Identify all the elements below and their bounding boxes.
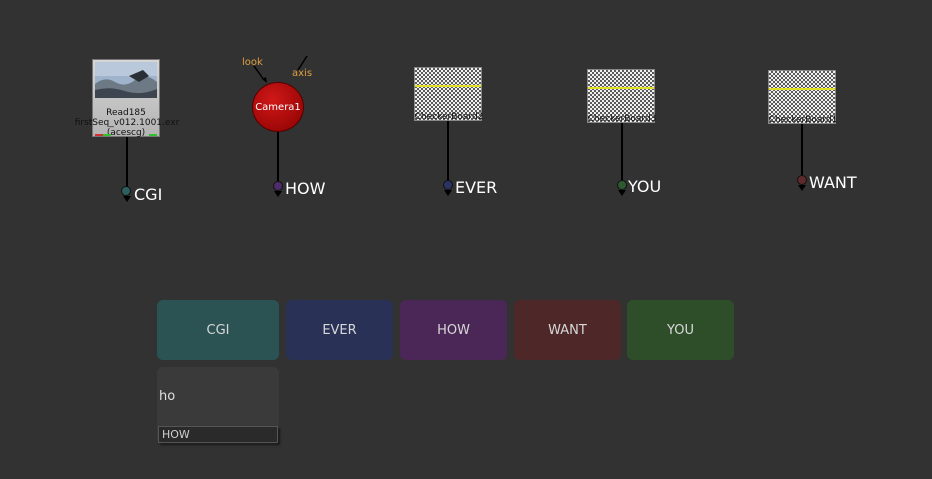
autocomplete-suggestion[interactable]: HOW <box>158 426 278 443</box>
channel-green-2 <box>149 134 157 136</box>
pipe-checker-1 <box>801 124 803 176</box>
read-node-file: firstSeq_v012.1001.exr <box>74 118 180 128</box>
checker-line <box>588 87 654 89</box>
pipe-camera <box>277 132 279 182</box>
pipe-checker-2 <box>447 121 449 181</box>
channel-green <box>103 134 111 136</box>
pipe-read <box>126 137 128 187</box>
read-thumbnail <box>95 62 157 98</box>
tag-button-label: CGI <box>206 322 230 338</box>
dot-node-want[interactable] <box>797 175 807 185</box>
tag-button-label: YOU <box>667 322 694 338</box>
dot-label-you: YOU <box>628 177 662 196</box>
tag-button-cgi[interactable]: CGI <box>157 300 279 360</box>
checker-line <box>769 88 835 90</box>
tag-button-label: WANT <box>548 322 587 338</box>
node-graph: Read185 firstSeq_v012.1001.exr (acescg) … <box>0 0 932 479</box>
pipe-checker-3 <box>621 123 623 181</box>
camera-node[interactable]: Camera1 <box>252 82 304 132</box>
tag-button-you[interactable]: YOU <box>627 300 734 360</box>
dot-label-cgi: CGI <box>134 185 163 204</box>
checkerboard-node[interactable]: CheckerBoard3 <box>587 69 656 124</box>
read-node-name: Read185 <box>106 108 146 118</box>
arrow-read <box>123 196 131 202</box>
checkerboard-node[interactable]: CheckerBoard1 <box>768 70 837 125</box>
dot-label-ever: EVER <box>455 178 498 197</box>
dot-node-cgi[interactable] <box>121 186 131 196</box>
checkerboard-node-name: CheckerBoard2 <box>414 112 484 122</box>
checker-line <box>415 85 481 87</box>
arrow-checker-3 <box>618 190 626 196</box>
tag-button-label: HOW <box>437 322 470 338</box>
dot-node-how[interactable] <box>273 181 283 191</box>
read-node[interactable]: Read185 firstSeq_v012.1001.exr (acescg) <box>75 59 179 138</box>
dot-node-you[interactable] <box>617 180 627 190</box>
arrow-checker-1 <box>798 185 806 191</box>
tag-button-want[interactable]: WANT <box>514 300 621 360</box>
arrow-checker-2 <box>444 190 452 196</box>
checkerboard-node-name: CheckerBoard1 <box>768 115 838 125</box>
camera-node-name: Camera1 <box>255 102 301 113</box>
search-box[interactable]: ho HOW <box>157 367 279 444</box>
dot-label-want: WANT <box>809 173 857 192</box>
checkerboard-node[interactable]: CheckerBoard2 <box>414 67 483 122</box>
arrow-camera <box>274 191 282 197</box>
search-input[interactable]: ho <box>159 389 175 404</box>
channel-red <box>95 134 103 136</box>
tag-button-label: EVER <box>322 322 357 338</box>
tag-button-how[interactable]: HOW <box>400 300 507 360</box>
dot-node-ever[interactable] <box>443 180 453 190</box>
tag-button-ever[interactable]: EVER <box>286 300 393 360</box>
dot-label-how: HOW <box>285 179 326 198</box>
